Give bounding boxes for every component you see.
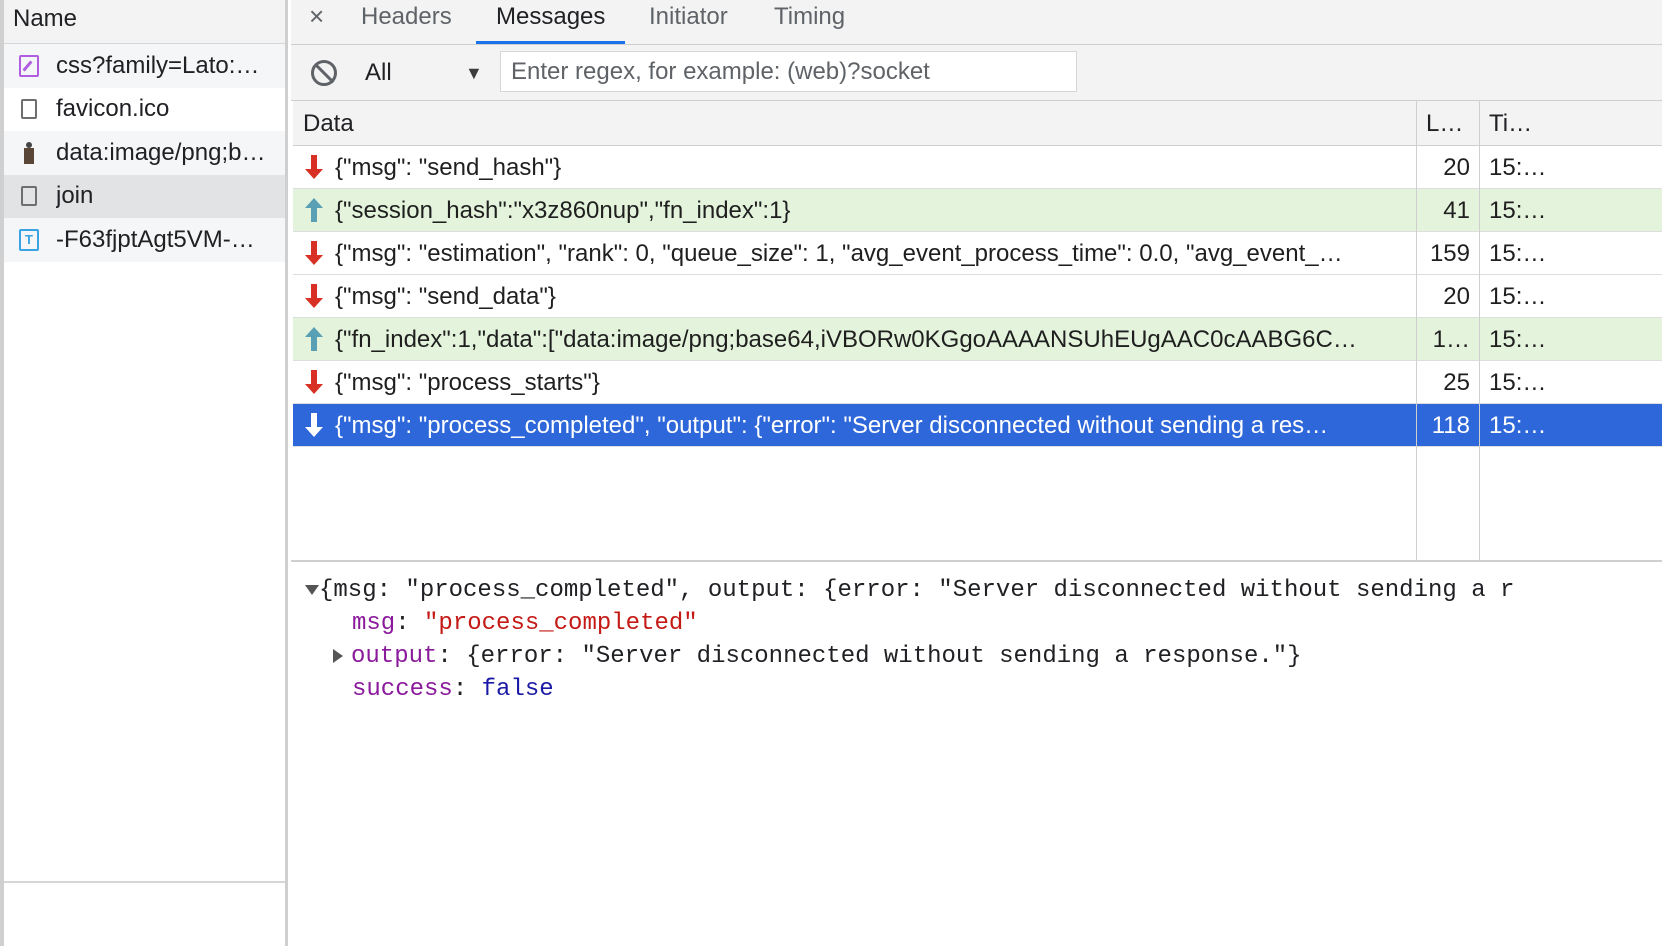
message-filter-bar: All ▼ — [291, 45, 1662, 101]
message-data: {"msg": "send_hash"} — [335, 154, 562, 181]
message-time: 15:… — [1489, 326, 1547, 353]
detail-property-output[interactable]: output: {error: "Server disconnected wit… — [333, 640, 1302, 673]
property-key: msg — [352, 610, 396, 637]
message-time: 15:… — [1489, 154, 1547, 181]
message-length: 20 — [1443, 283, 1470, 310]
message-data: {"fn_index":1,"data":["data:image/png;ba… — [335, 326, 1357, 353]
request-item-label: data:image/png;b… — [56, 138, 266, 166]
request-item-label: join — [56, 182, 94, 210]
message-row[interactable]: {"msg": "estimation", "rank": 0, "queue_… — [293, 232, 1662, 275]
name-column-header[interactable]: Name — [4, 0, 285, 44]
message-row[interactable]: {"session_hash":"x3z860nup","fn_index":1… — [293, 189, 1662, 232]
message-row[interactable]: {"msg": "process_starts"} 25 15:… — [293, 361, 1662, 404]
websocket-icon: T — [18, 228, 40, 251]
messages-table: Data L… Ti… {"msg": "send_hash"} 20 15:…… — [293, 101, 1662, 560]
property-value: false — [481, 676, 554, 703]
received-arrow-icon — [303, 240, 325, 266]
message-length: 159 — [1429, 240, 1470, 267]
request-item-join[interactable]: join — [4, 174, 285, 218]
sent-arrow-icon — [303, 197, 325, 223]
message-data: {"msg": "send_data"} — [335, 283, 556, 310]
request-item-favicon[interactable]: favicon.ico — [4, 88, 285, 132]
received-arrow-icon — [303, 154, 325, 180]
image-icon — [18, 141, 40, 164]
message-length: 1… — [1432, 326, 1470, 353]
request-item-websocket[interactable]: T -F63fjptAgt5VM-… — [4, 218, 285, 262]
message-data: {"session_hash":"x3z860nup","fn_index":1… — [335, 197, 791, 224]
close-icon[interactable]: × — [309, 0, 324, 44]
message-length: 118 — [1431, 412, 1470, 439]
request-item-label: favicon.ico — [56, 95, 170, 123]
chevron-down-icon: ▼ — [465, 63, 483, 83]
column-header-length[interactable]: L… — [1426, 101, 1463, 146]
message-type-value: All — [365, 59, 392, 86]
message-row[interactable]: {"fn_index":1,"data":["data:image/png;ba… — [293, 318, 1662, 361]
message-data: {"msg": "estimation", "rank": 0, "queue_… — [335, 240, 1343, 267]
tab-messages[interactable]: Messages — [476, 0, 626, 44]
message-length: 20 — [1443, 154, 1470, 181]
tab-headers[interactable]: Headers — [361, 0, 452, 44]
property-value: {error: "Server disconnected without sen… — [466, 643, 1302, 670]
request-details-panel: × Headers Messages Initiator Timing All … — [291, 0, 1662, 946]
message-detail-pane: {msg: "process_completed", output: {erro… — [291, 560, 1662, 946]
request-item-label: css?family=Lato:… — [56, 51, 260, 79]
message-data: {"msg": "process_starts"} — [335, 369, 600, 396]
received-arrow-icon — [303, 412, 325, 438]
column-header-time[interactable]: Ti… — [1489, 101, 1532, 146]
request-list-panel: Name css?family=Lato:… favicon.ico data:… — [0, 0, 288, 946]
details-tab-bar: × Headers Messages Initiator Timing — [291, 0, 1662, 45]
message-row[interactable]: {"msg": "send_data"} 20 15:… — [293, 275, 1662, 318]
message-type-select[interactable]: All ▼ — [365, 55, 485, 91]
message-row[interactable]: {"msg": "send_hash"} 20 15:… — [293, 146, 1662, 189]
column-divider[interactable] — [1416, 101, 1417, 560]
received-arrow-icon — [303, 283, 325, 309]
message-length: 25 — [1443, 369, 1470, 396]
message-length: 41 — [1443, 197, 1470, 224]
detail-property-msg: msg: "process_completed" — [352, 610, 698, 637]
regex-filter-input[interactable] — [500, 51, 1077, 92]
message-time: 15:… — [1489, 283, 1547, 310]
stylesheet-icon — [18, 54, 40, 77]
message-time: 15:… — [1489, 369, 1547, 396]
column-divider[interactable] — [1479, 101, 1480, 560]
expand-triangle-icon[interactable] — [333, 648, 343, 663]
tab-timing[interactable]: Timing — [774, 0, 845, 44]
detail-summary: {msg: "process_completed", output: {erro… — [319, 577, 1515, 604]
document-icon — [18, 98, 40, 120]
property-key: output — [351, 643, 438, 670]
message-data: {"msg": "process_completed", "output": {… — [335, 412, 1329, 439]
detail-property-success: success: false — [352, 676, 554, 703]
collapse-triangle-icon[interactable] — [305, 584, 319, 595]
detail-summary-line[interactable]: {msg: "process_completed", output: {erro… — [305, 574, 1514, 607]
property-value: "process_completed" — [424, 610, 698, 637]
message-row-selected[interactable]: {"msg": "process_completed", "output": {… — [293, 404, 1662, 447]
property-key: success — [352, 676, 453, 703]
table-header: Data L… Ti… — [293, 101, 1662, 146]
sent-arrow-icon — [303, 326, 325, 352]
clear-messages-icon[interactable] — [311, 60, 337, 86]
request-item-image[interactable]: data:image/png;b… — [4, 131, 285, 175]
divider — [4, 881, 285, 883]
column-header-data[interactable]: Data — [303, 101, 354, 146]
request-item-css[interactable]: css?family=Lato:… — [4, 44, 285, 88]
request-item-label: -F63fjptAgt5VM-… — [56, 225, 255, 253]
tab-initiator[interactable]: Initiator — [649, 0, 728, 44]
received-arrow-icon — [303, 369, 325, 395]
message-time: 15:… — [1489, 240, 1547, 267]
message-time: 15:… — [1489, 197, 1547, 224]
document-icon — [18, 185, 40, 207]
message-time: 15:… — [1489, 412, 1547, 439]
